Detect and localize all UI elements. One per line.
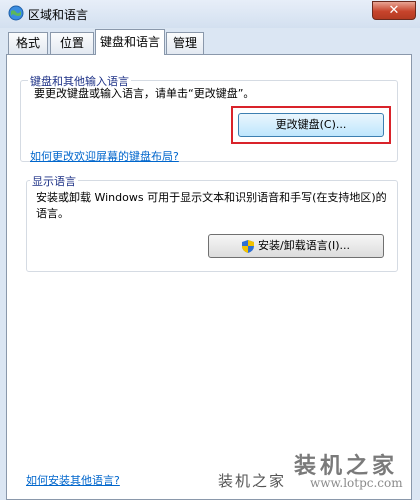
display-language-description: 安装或卸载 Windows 可用于显示文本和识别语音和手写(在支持地区)的语言。 (36, 191, 387, 220)
tab-location[interactable]: 位置 (50, 32, 94, 54)
change-keyboard-button[interactable]: 更改键盘(C)... (238, 113, 384, 137)
change-keyboard-button-label: 更改键盘(C)... (275, 118, 347, 131)
display-language-legend: 显示语言 (30, 173, 78, 189)
close-icon: ✕ (388, 3, 400, 18)
title-bar: 区域和语言 ✕ (0, 0, 420, 28)
tab-keyboards-languages[interactable]: 键盘和语言 (95, 29, 165, 55)
welcome-layout-link[interactable]: 如何更改欢迎屏幕的键盘布局? (30, 148, 179, 164)
tab-format[interactable]: 格式 (8, 32, 48, 54)
tab-administrative[interactable]: 管理 (166, 32, 204, 54)
tab-label: 管理 (172, 36, 197, 50)
install-button-label: 安装/卸载语言(I)... (257, 239, 351, 252)
uac-shield-icon (241, 239, 254, 253)
tab-label: 格式 (15, 36, 40, 50)
watermark-text: 装机之家 (218, 472, 287, 490)
install-other-languages-link[interactable]: 如何安装其他语言? (26, 472, 120, 488)
close-button[interactable]: ✕ (372, 1, 416, 20)
tab-label: 键盘和语言 (99, 35, 160, 49)
globe-icon (8, 5, 24, 21)
install-uninstall-languages-button[interactable]: 安装/卸载语言(I)... (208, 234, 384, 258)
watermark-url: www.lotpc.com (310, 476, 403, 490)
keyboard-description: 要更改键盘或输入语言，请单击“更改键盘”。 (34, 87, 255, 100)
tab-label: 位置 (59, 36, 84, 50)
window-title: 区域和语言 (28, 8, 89, 22)
